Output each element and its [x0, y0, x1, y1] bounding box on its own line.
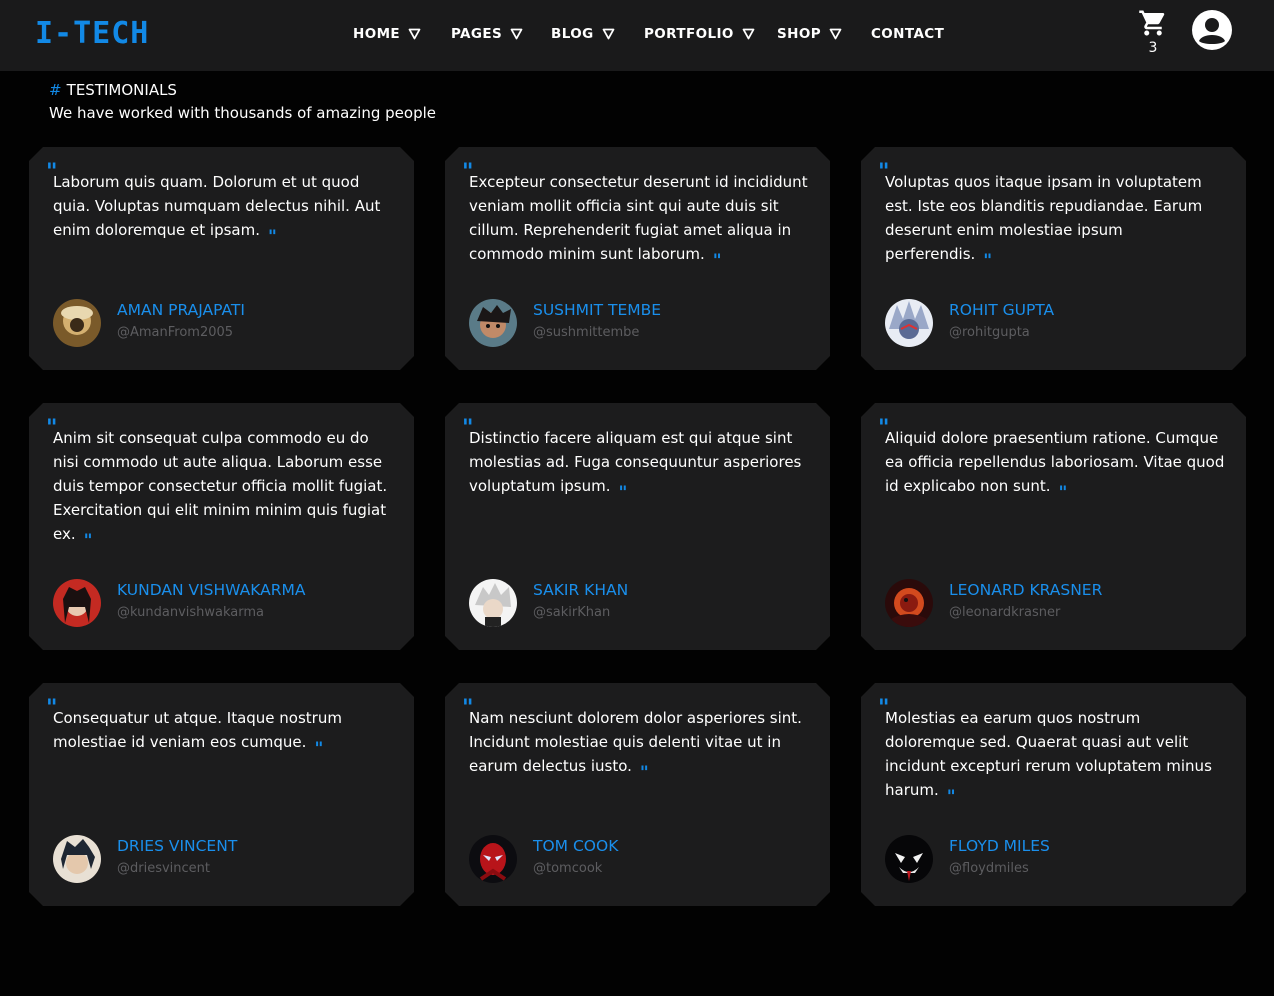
testimonial-handle[interactable]: @sakirKhan: [533, 605, 610, 620]
account-button[interactable]: [1191, 9, 1233, 51]
close-quote-icon: ": [1058, 483, 1068, 503]
hash-symbol: #: [49, 81, 62, 99]
testimonial-quote: Molestias ea earum quos nostrum doloremq…: [885, 709, 1212, 807]
avatar: [469, 579, 517, 627]
testimonial-card: " Nam nesciunt dolorem dolor asperiores …: [445, 683, 830, 906]
testimonial-name[interactable]: AMAN PRAJAPATI: [117, 301, 245, 319]
testimonial-name[interactable]: FLOYD MILES: [949, 837, 1050, 855]
testimonial-card: " Consequatur ut atque. Itaque nostrum m…: [29, 683, 414, 906]
testimonial-handle[interactable]: @kundanvishwakarma: [117, 605, 264, 620]
testimonial-name[interactable]: DRIES VINCENT: [117, 837, 237, 855]
chevron-down-icon: [408, 28, 421, 40]
testimonial-name[interactable]: ROHIT GUPTA: [949, 301, 1054, 319]
testimonial-handle[interactable]: @AmanFrom2005: [117, 325, 233, 340]
close-quote-icon: ": [983, 251, 993, 271]
testimonial-handle[interactable]: @floydmiles: [949, 861, 1029, 876]
testimonial-name[interactable]: TOM COOK: [533, 837, 618, 855]
testimonial-handle[interactable]: @driesvincent: [117, 861, 210, 876]
testimonial-card: " Distinctio facere aliquam est qui atqu…: [445, 403, 830, 650]
testimonial-quote: Anim sit consequat culpa commodo eu do n…: [53, 429, 388, 551]
testimonial-card: " Aliquid dolore praesentium ratione. Cu…: [861, 403, 1246, 650]
testimonial-quote: Excepteur consectetur deserunt id incidi…: [469, 173, 808, 271]
testimonial-quote: Aliquid dolore praesentium ratione. Cumq…: [885, 429, 1225, 503]
testimonial-card: " Laborum quis quam. Dolorum et ut quod …: [29, 147, 414, 370]
testimonial-name[interactable]: SAKIR KHAN: [533, 581, 628, 599]
avatar: [469, 299, 517, 347]
nav-label: PORTFOLIO: [644, 26, 734, 42]
testimonial-handle[interactable]: @tomcook: [533, 861, 602, 876]
testimonial-handle[interactable]: @rohitgupta: [949, 325, 1030, 340]
testimonial-name[interactable]: KUNDAN VISHWAKARMA: [117, 581, 305, 599]
testimonial-quote: Laborum quis quam. Dolorum et ut quod qu…: [53, 173, 381, 247]
testimonial-quote: Consequatur ut atque. Itaque nostrum mol…: [53, 709, 342, 759]
avatar: [53, 299, 101, 347]
avatar: [885, 579, 933, 627]
section-tag: TESTIMONIALS: [66, 81, 177, 99]
testimonial-name[interactable]: SUSHMIT TEMBE: [533, 301, 661, 319]
chevron-down-icon: [829, 28, 842, 40]
avatar: [53, 579, 101, 627]
site-logo[interactable]: I-TECH: [35, 14, 149, 54]
nav-item-blog[interactable]: BLOG: [551, 25, 615, 43]
nav-item-shop[interactable]: SHOP: [777, 25, 842, 43]
close-quote-icon: ": [267, 227, 277, 247]
nav-item-portfolio[interactable]: PORTFOLIO: [644, 25, 755, 43]
testimonial-card: " Voluptas quos itaque ipsam in voluptat…: [861, 147, 1246, 370]
close-quote-icon: ": [314, 739, 324, 759]
chevron-down-icon: [602, 28, 614, 40]
chevron-down-icon: [510, 28, 523, 40]
shopping-cart-icon: [1139, 10, 1165, 36]
close-quote-icon: ": [946, 787, 956, 807]
section-subtitle: We have worked with thousands of amazing…: [49, 104, 436, 122]
user-circle-icon: [1192, 10, 1232, 50]
testimonial-card: " Anim sit consequat culpa commodo eu do…: [29, 403, 414, 650]
avatar: [885, 835, 933, 883]
nav-label: SHOP: [777, 26, 821, 42]
navbar: I-TECH HOME PAGES BLOG PORTFOLIO SHOP CO…: [0, 0, 1274, 71]
cart-button[interactable]: 3: [1136, 8, 1170, 60]
close-quote-icon: ": [639, 763, 649, 783]
testimonial-quote: Voluptas quos itaque ipsam in voluptatem…: [885, 173, 1203, 271]
testimonial-quote: Nam nesciunt dolorem dolor asperiores si…: [469, 709, 802, 783]
avatar: [53, 835, 101, 883]
testimonial-handle[interactable]: @leonardkrasner: [949, 605, 1060, 620]
nav-label: HOME: [353, 26, 401, 42]
nav-label: PAGES: [451, 26, 503, 42]
cart-count-badge: 3: [1148, 40, 1158, 56]
testimonial-card: " Molestias ea earum quos nostrum dolore…: [861, 683, 1246, 906]
close-quote-icon: ": [83, 531, 93, 551]
nav-item-contact[interactable]: CONTACT: [871, 25, 944, 43]
section-heading: # TESTIMONIALS: [49, 80, 177, 99]
testimonial-quote: Distinctio facere aliquam est qui atque …: [469, 429, 802, 503]
nav-item-pages[interactable]: PAGES: [451, 25, 523, 43]
testimonial-name[interactable]: LEONARD KRASNER: [949, 581, 1102, 599]
nav-label: CONTACT: [871, 26, 945, 42]
nav-item-home[interactable]: HOME: [353, 25, 421, 43]
avatar: [885, 299, 933, 347]
chevron-down-icon: [742, 28, 755, 40]
testimonial-card: " Excepteur consectetur deserunt id inci…: [445, 147, 830, 370]
close-quote-icon: ": [618, 483, 628, 503]
nav-label: BLOG: [551, 26, 594, 42]
close-quote-icon: ": [712, 251, 722, 271]
testimonial-handle[interactable]: @sushmittembe: [533, 325, 639, 340]
avatar: [469, 835, 517, 883]
